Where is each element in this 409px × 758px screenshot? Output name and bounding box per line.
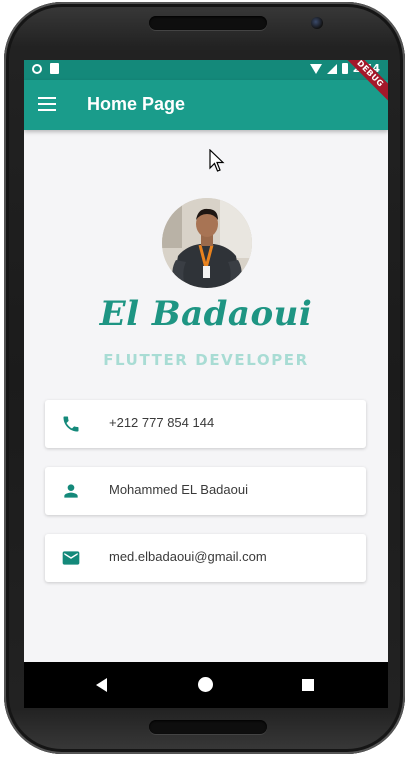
back-icon[interactable]	[96, 678, 107, 692]
phone-number: +212 777 854 144	[109, 415, 215, 430]
name-card[interactable]: Mohammed EL Badaoui	[45, 467, 366, 515]
phone-icon	[63, 416, 79, 432]
person-icon	[64, 484, 78, 498]
profile-title: FLUTTER DEVELOPER	[103, 351, 309, 369]
mouse-cursor-icon	[209, 149, 225, 172]
battery-icon	[341, 63, 348, 74]
notification-circle-icon	[32, 63, 42, 74]
email-card[interactable]: med.elbadaoui@gmail.com	[45, 534, 366, 582]
page-title: Home Page	[87, 94, 186, 114]
system-nav-bar	[24, 662, 388, 708]
bottom-speaker	[149, 720, 267, 734]
profile-name: El Badaoui	[99, 294, 313, 334]
profile-photo	[162, 198, 252, 288]
full-name: Mohammed EL Badaoui	[109, 482, 248, 497]
front-camera	[311, 17, 323, 29]
sd-card-icon	[50, 63, 59, 74]
email-address: med.elbadaoui@gmail.com	[109, 549, 267, 564]
signal-icon	[326, 63, 337, 74]
status-bar: 2:54	[24, 60, 388, 80]
wifi-icon	[309, 63, 322, 74]
device-screen: 2:54 Home Page DEBUG	[24, 60, 388, 708]
app-bar: Home Page	[24, 80, 388, 130]
recent-apps-icon[interactable]	[302, 679, 314, 691]
phone-card[interactable]: +212 777 854 144	[45, 400, 366, 448]
top-speaker	[149, 16, 267, 30]
menu-icon[interactable]	[38, 97, 56, 111]
email-icon	[62, 551, 80, 565]
home-icon[interactable]	[198, 677, 213, 692]
avatar	[162, 198, 252, 288]
